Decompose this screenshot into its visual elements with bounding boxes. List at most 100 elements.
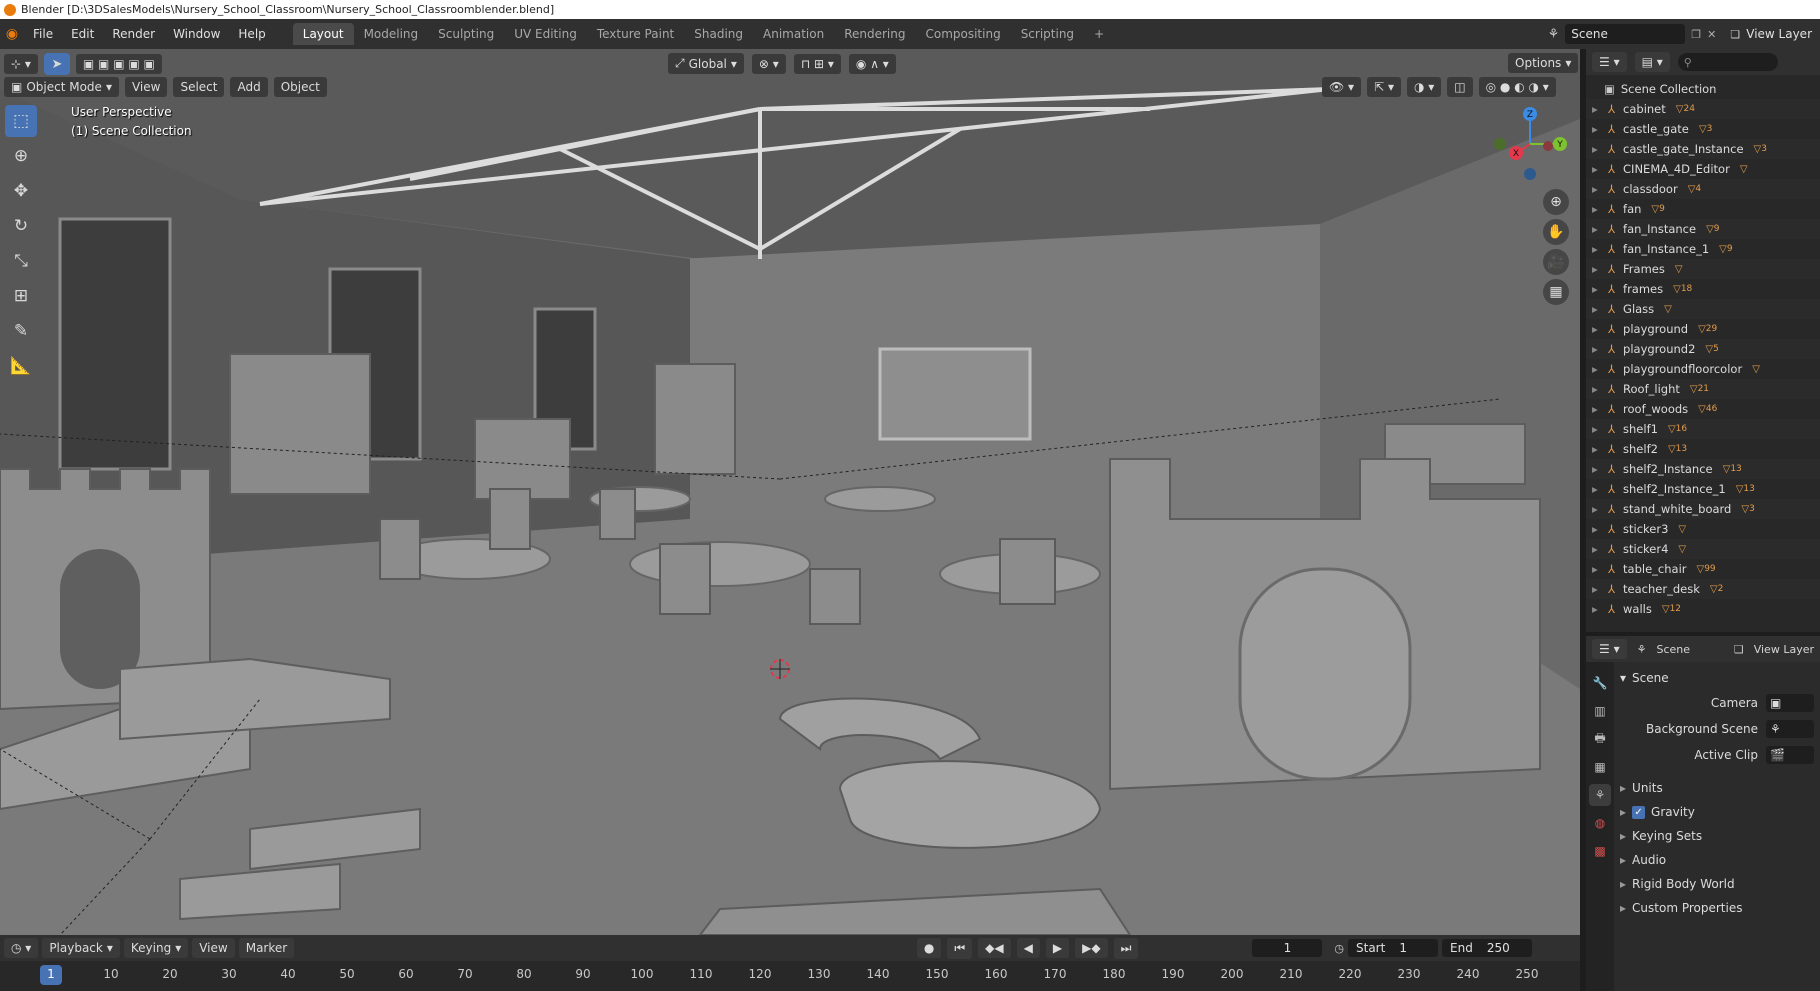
properties-scene-label[interactable]: Scene [1656,643,1690,656]
outliner-item[interactable]: ▸ ⅄ CINEMA_4D_Editor ▽ [1586,159,1820,179]
selection-mode-buttons[interactable]: ▣ ▣ ▣ ▣ ▣ [75,54,162,74]
view-layer-selector[interactable]: View Layer [1746,27,1812,41]
transform-tool-icon[interactable]: ⊞ [5,280,37,312]
expand-arrow-icon[interactable]: ▸ [1592,182,1606,196]
annotate-tool-icon[interactable]: ✎ [5,315,37,347]
expand-arrow-icon[interactable]: ▸ [1592,122,1606,136]
outliner-item[interactable]: ▸ ⅄ cabinet ▽ 24 [1586,99,1820,119]
tab-texture-paint[interactable]: Texture Paint [587,23,684,45]
expand-arrow-icon[interactable]: ▸ [1592,202,1606,216]
rigid-body-world-subpanel[interactable]: ▸ Rigid Body World [1620,872,1820,896]
outliner-item[interactable]: ▸ ⅄ walls ▽ 12 [1586,599,1820,619]
select-tool-toggle[interactable]: ➤ [43,53,70,75]
outliner-item[interactable]: ▸ ⅄ fan ▽ 9 [1586,199,1820,219]
expand-arrow-icon[interactable]: ▸ [1592,282,1606,296]
navigation-gizmo[interactable]: Z Y X [1490,104,1570,184]
outliner-item[interactable]: ▸ ⅄ playground ▽ 29 [1586,319,1820,339]
outliner-item[interactable]: ▸ ⅄ table_chair ▽ 99 [1586,559,1820,579]
keying-sets-subpanel[interactable]: ▸ Keying Sets [1620,824,1820,848]
prev-keyframe-icon[interactable]: ◆◀ [978,938,1011,958]
menu-edit[interactable]: Edit [62,27,103,41]
mode-dropdown[interactable]: ▣ Object Mode ▾ [4,77,119,97]
timeline-editor-type-button[interactable]: ◷ ▾ [4,938,39,958]
viewport-menu-object[interactable]: Object [273,77,327,97]
expand-arrow-icon[interactable]: ▸ [1592,382,1606,396]
outliner-item[interactable]: ▸ ⅄ teacher_desk ▽ 2 [1586,579,1820,599]
playback-menu[interactable]: Playback ▾ [42,938,120,958]
expand-arrow-icon[interactable]: ▸ [1592,242,1606,256]
measure-tool-icon[interactable]: 📐 [5,350,37,382]
options-dropdown[interactable]: Options ▾ [1508,53,1579,73]
add-workspace-button[interactable]: + [1084,23,1114,45]
expand-arrow-icon[interactable]: ▸ [1592,302,1606,316]
outliner-item[interactable]: ▸ ⅄ Glass ▽ [1586,299,1820,319]
snap-toggle[interactable]: ⊓ ⊞ ▾ [793,53,841,74]
viewport-menu-select[interactable]: Select [173,77,225,97]
properties-editor-type-button[interactable]: ☰ ▾ [1592,639,1627,659]
viewport-menu-view[interactable]: View [124,77,168,97]
overlay-toggle[interactable]: ◑ ▾ [1406,77,1442,97]
tool-tab-icon[interactable]: 🔧 [1589,672,1611,694]
visibility-icon[interactable]: 👁 ▾ [1322,77,1362,97]
view-layer-icon[interactable]: ❏ [1730,28,1740,41]
world-tab-icon[interactable]: ◍ [1589,812,1611,834]
outliner-item[interactable]: ▸ ⅄ shelf2 ▽ 13 [1586,439,1820,459]
outliner-item[interactable]: ▸ ⅄ Frames ▽ [1586,259,1820,279]
timeline-view-menu[interactable]: View [192,938,235,958]
menu-window[interactable]: Window [164,27,229,41]
pan-hand-icon[interactable]: ✋ [1543,219,1569,245]
expand-arrow-icon[interactable]: ▸ [1592,102,1606,116]
outliner-item[interactable]: ▸ ⅄ frames ▽ 18 [1586,279,1820,299]
tab-animation[interactable]: Animation [753,23,834,45]
menu-file[interactable]: File [24,27,62,41]
display-mode-button[interactable]: ▤ ▾ [1634,52,1670,72]
outliner-editor-type-button[interactable]: ☰ ▾ [1592,52,1627,72]
outliner-root[interactable]: ▣ Scene Collection [1586,79,1820,99]
pivot-point-dropdown[interactable]: ⊗ ▾ [751,53,786,74]
rotate-tool-icon[interactable]: ↻ [5,210,37,242]
next-keyframe-icon[interactable]: ▶◆ [1075,938,1108,958]
tab-sculpting[interactable]: Sculpting [428,23,504,45]
properties-view-layer-label[interactable]: View Layer [1754,643,1814,656]
expand-arrow-icon[interactable]: ▸ [1592,562,1606,576]
scene-icon[interactable]: ⚘ [1548,27,1560,42]
expand-arrow-icon[interactable]: ▸ [1592,322,1606,336]
select-box-tool-icon[interactable]: ⬚ [5,105,37,137]
tab-compositing[interactable]: Compositing [915,23,1010,45]
outliner-item[interactable]: ▸ ⅄ sticker4 ▽ [1586,539,1820,559]
outliner-item[interactable]: ▸ ⅄ fan_Instance_1 ▽ 9 [1586,239,1820,259]
menu-help[interactable]: Help [229,27,274,41]
gravity-checkbox[interactable]: ✓ [1632,805,1646,819]
jump-end-icon[interactable]: ⏭ [1113,937,1139,959]
camera-field[interactable]: ▣ [1766,694,1814,712]
expand-arrow-icon[interactable]: ▸ [1592,542,1606,556]
xray-toggle[interactable]: ◫ [1447,77,1473,97]
expand-arrow-icon[interactable]: ▸ [1592,502,1606,516]
tab-modeling[interactable]: Modeling [354,23,429,45]
outliner-search-input[interactable]: ⚲ [1677,53,1778,71]
play-icon[interactable]: ▶ [1045,938,1070,958]
outliner-item[interactable]: ▸ ⅄ Roof_light ▽ 21 [1586,379,1820,399]
output-tab-icon[interactable]: 🖶 [1589,728,1611,750]
outliner-item[interactable]: ▸ ⅄ shelf2_Instance_1 ▽ 13 [1586,479,1820,499]
scene-panel-header[interactable]: ▾ Scene [1620,666,1820,690]
texture-tab-icon[interactable]: ▩ [1589,840,1611,862]
units-subpanel[interactable]: ▸ Units [1620,776,1820,800]
editor-type-button[interactable]: ⊹ ▾ [4,54,38,74]
expand-arrow-icon[interactable]: ▸ [1592,162,1606,176]
outliner-item[interactable]: ▸ ⅄ sticker3 ▽ [1586,519,1820,539]
new-scene-icon[interactable]: ❐ [1691,28,1701,41]
move-tool-icon[interactable]: ✥ [5,175,37,207]
timeline-ruler[interactable]: 1 10 20 30 40 50 60 70 80 90 100 110 120 130 140 150 160… [0,961,1580,991]
tab-shading[interactable]: Shading [684,23,753,45]
cursor-tool-icon[interactable]: ⊕ [5,140,37,172]
outliner-item[interactable]: ▸ ⅄ fan_Instance ▽ 9 [1586,219,1820,239]
expand-arrow-icon[interactable]: ▸ [1592,602,1606,616]
end-frame-field[interactable]: End 250 [1442,939,1532,957]
expand-arrow-icon[interactable]: ▸ [1592,482,1606,496]
delete-scene-icon[interactable]: ✕ [1707,28,1716,41]
tab-rendering[interactable]: Rendering [834,23,915,45]
zoom-icon[interactable]: ⊕ [1543,189,1569,215]
expand-arrow-icon[interactable]: ▸ [1592,222,1606,236]
expand-arrow-icon[interactable]: ▸ [1592,342,1606,356]
